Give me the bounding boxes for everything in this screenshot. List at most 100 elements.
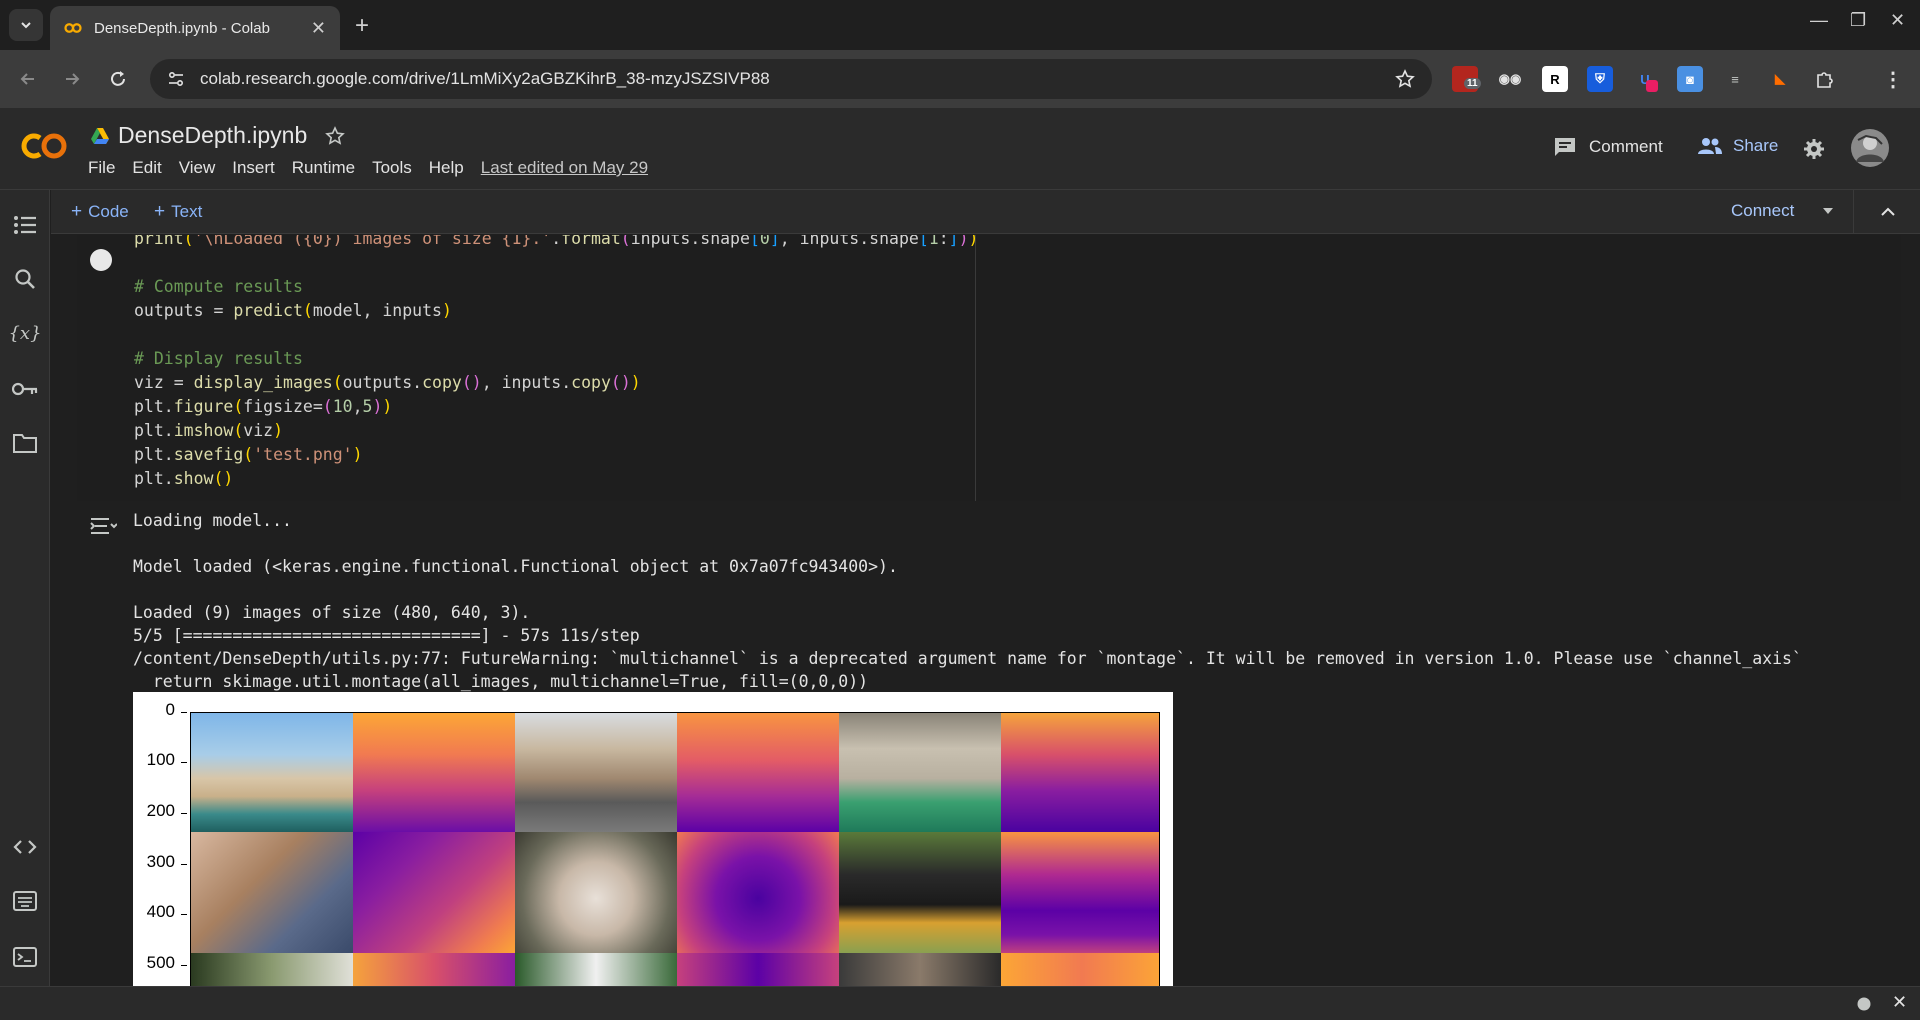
depth-montage-image (190, 712, 1160, 986)
extension-red-icon[interactable]: 11 (1452, 66, 1481, 92)
table-of-contents-icon[interactable] (12, 212, 38, 238)
restore-icon[interactable]: ❐ (1850, 10, 1866, 31)
connect-button[interactable]: Connect (1731, 201, 1794, 221)
files-folder-icon[interactable] (12, 430, 38, 456)
code-text: print('\nLoaded ({0}) images of size {1}… (134, 235, 978, 491)
forward-button[interactable] (58, 65, 86, 93)
extension-glasses-icon[interactable]: ◉◉ (1497, 66, 1523, 92)
output-figure: 0 100 200 300 400 500 (133, 692, 1173, 986)
y-tick-label: 0 (165, 700, 175, 719)
arrow-left-icon (20, 73, 34, 85)
code-editor[interactable]: print('\nLoaded ({0}) images of size {1}… (77, 235, 978, 501)
tab-title: DenseDepth.ipynb - Colab (94, 19, 270, 37)
extension-r-icon[interactable]: R (1542, 66, 1568, 92)
beach-tent-depth (353, 713, 515, 832)
add-code-button[interactable]: + Code (71, 201, 129, 223)
tab-search-button[interactable] (9, 9, 43, 41)
menu-tools[interactable]: Tools (372, 158, 412, 178)
colab-favicon-icon (64, 23, 82, 33)
basket-photo (515, 832, 677, 953)
notebook-title[interactable]: DenseDepth.ipynb (118, 122, 307, 149)
close-status-icon[interactable]: ✕ (1892, 992, 1907, 1013)
menu-help[interactable]: Help (429, 158, 464, 178)
menu-bar: File Edit View Insert Runtime Tools Help… (88, 158, 665, 178)
terminal-icon[interactable] (12, 944, 38, 970)
bitwarden-shield-icon[interactable]: ⛨ (1587, 66, 1613, 92)
settings-gear-icon[interactable] (1803, 138, 1825, 160)
search-icon[interactable] (12, 266, 38, 292)
tab-close-icon[interactable]: ✕ (311, 18, 326, 39)
notebook-toolbar: + Code + Text Connect (51, 190, 1920, 234)
output-line: /content/DenseDepth/utils.py:77: FutureW… (133, 649, 1802, 668)
reload-button[interactable] (104, 65, 132, 93)
caret-down-icon[interactable] (1821, 204, 1835, 218)
output-line: 5/5 [==============================] - 5… (133, 626, 640, 645)
code-line-1: print('\nLoaded ({0}) images of size {1}… (134, 235, 979, 248)
site-info-icon[interactable] (166, 69, 186, 89)
interior-depth (1001, 953, 1159, 986)
run-cell-button[interactable] (90, 249, 112, 271)
code-comment: # Compute results (134, 277, 303, 296)
variables-icon[interactable]: {x} (8, 320, 41, 346)
people-icon (1698, 138, 1722, 154)
colab-header: DenseDepth.ipynb File Edit View Insert R… (0, 108, 1920, 190)
user-avatar[interactable] (1850, 128, 1890, 168)
star-notebook-icon[interactable] (325, 125, 346, 146)
code-snippets-icon[interactable] (12, 834, 38, 860)
window-close-icon[interactable]: ✕ (1890, 10, 1905, 31)
extension-screen-icon[interactable]: ◙ (1677, 66, 1703, 92)
beach-tent-photo (191, 713, 353, 832)
arrow-right-icon (66, 73, 80, 85)
output-actions-icon[interactable] (89, 513, 117, 541)
y-tick-label: 300 (146, 852, 175, 871)
interior-photo (839, 953, 1001, 986)
browser-tab-active[interactable]: DenseDepth.ipynb - Colab ✕ (50, 6, 340, 50)
menu-runtime[interactable]: Runtime (292, 158, 355, 178)
chevron-up-icon[interactable] (1879, 203, 1897, 221)
back-button[interactable] (14, 65, 42, 93)
cell-output: Loading model... Model loaded (<keras.en… (133, 509, 1802, 693)
extension-u-icon[interactable]: U (1632, 66, 1658, 92)
code-cell[interactable]: print('\nLoaded ({0}) images of size {1}… (77, 235, 1901, 501)
runtime-status-dot-icon[interactable] (1857, 997, 1871, 1011)
output-line: Loaded (9) images of size (480, 640, 3). (133, 603, 531, 622)
y-tick-label: 500 (146, 953, 175, 972)
menu-view[interactable]: View (179, 158, 216, 178)
address-bar[interactable]: colab.research.google.com/drive/1LmMiXy2… (150, 59, 1432, 99)
status-bar: ✕ (0, 986, 1920, 1020)
reload-icon (111, 71, 125, 86)
dog-photo (515, 953, 677, 986)
comment-button[interactable]: Comment (1553, 136, 1663, 158)
browser-menu-icon[interactable]: ⋮ (1880, 66, 1906, 92)
y-tick-label: 200 (146, 801, 175, 820)
url-text: colab.research.google.com/drive/1LmMiXy2… (200, 69, 770, 88)
secrets-key-icon[interactable] (12, 376, 38, 402)
extensions-puzzle-icon[interactable] (1812, 66, 1838, 92)
extension-badge: 11 (1464, 78, 1481, 89)
menu-insert[interactable]: Insert (232, 158, 275, 178)
new-tab-button[interactable]: + (355, 12, 369, 40)
tent-lamp-photo (839, 713, 1001, 832)
left-rail: {x} (0, 190, 50, 986)
y-tick-label: 100 (146, 750, 175, 769)
notebook-main: print('\nLoaded ({0}) images of size {1}… (51, 235, 1920, 986)
minimize-icon[interactable]: — (1810, 10, 1828, 31)
google-drive-icon (91, 127, 109, 144)
add-text-button[interactable]: + Text (154, 201, 202, 223)
y-tick-label: 400 (146, 902, 175, 921)
share-button[interactable]: Share (1697, 136, 1778, 156)
command-palette-icon[interactable] (12, 888, 38, 914)
pier-person-depth (677, 713, 839, 832)
extension-lines-icon[interactable]: ≡ (1722, 66, 1748, 92)
tent-lamp-depth (1001, 713, 1159, 832)
last-edited-link[interactable]: Last edited on May 29 (481, 158, 648, 178)
menu-edit[interactable]: Edit (132, 158, 161, 178)
colab-logo[interactable] (18, 130, 70, 162)
comment-label: Comment (1589, 137, 1663, 156)
menu-file[interactable]: File (88, 158, 115, 178)
extension-flag-icon[interactable]: ◣ (1767, 66, 1793, 92)
bookmark-star-icon[interactable] (1394, 68, 1416, 90)
vintage-car-depth (1001, 832, 1159, 953)
kitten-photo (191, 832, 353, 953)
browser-tabstrip: DenseDepth.ipynb - Colab ✕ + — ❐ ✕ (0, 0, 1920, 50)
